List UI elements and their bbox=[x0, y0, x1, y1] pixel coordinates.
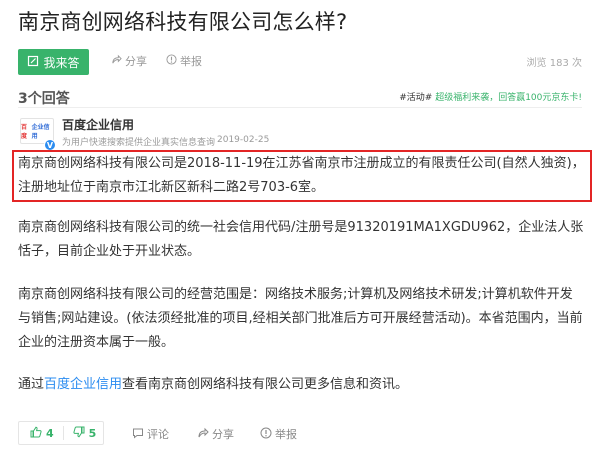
answer-button[interactable]: 我来答 bbox=[18, 49, 89, 75]
comment-icon bbox=[132, 427, 144, 442]
like-button[interactable]: 4 bbox=[19, 426, 54, 441]
baidu-credit-link[interactable]: 百度企业信用 bbox=[44, 377, 122, 392]
para-suffix: 查看南京商创网络科技有限公司更多信息和资讯。 bbox=[122, 377, 409, 392]
footer-share-button[interactable]: 分享 bbox=[197, 426, 234, 442]
dislike-count: 5 bbox=[88, 426, 97, 440]
share-icon bbox=[111, 54, 122, 68]
promo-banner[interactable]: #活动# 超级福利来袭，回答赢100元京东卡! bbox=[399, 90, 582, 103]
answer-button-label: 我来答 bbox=[43, 55, 80, 70]
dislike-button[interactable]: 5 bbox=[64, 426, 97, 441]
vote-box: 4 5 bbox=[18, 421, 104, 445]
report-icon bbox=[260, 427, 272, 442]
question-actions: 我来答 分享 举报 浏览 183 次 bbox=[18, 49, 582, 75]
logo-text-brand: 百度 bbox=[21, 124, 28, 140]
report-button[interactable]: 举报 bbox=[166, 53, 202, 69]
answer-author: 百度 企业信用 V 百度企业信用 为用户快速搜索提供企业真实信息查询 2019-0… bbox=[18, 114, 582, 151]
like-count: 4 bbox=[46, 426, 54, 440]
thumbs-up-icon bbox=[30, 426, 42, 441]
answer-count: 3个回答 bbox=[18, 91, 70, 107]
footer-share-label: 分享 bbox=[212, 428, 234, 441]
answer-paragraph: 南京商创网络科技有限公司的经营范围是：网络技术服务;计算机及网络技术研发;计算机… bbox=[18, 287, 583, 350]
edit-icon bbox=[27, 55, 39, 70]
answer-footer: 4 5 评论 分享 举报 bbox=[18, 421, 582, 445]
share-icon bbox=[197, 427, 209, 442]
logo-text-product: 企业信用 bbox=[31, 124, 50, 140]
comment-label: 评论 bbox=[147, 428, 169, 441]
answers-header: 3个回答 #活动# 超级福利来袭，回答赢100元京东卡! bbox=[18, 88, 582, 107]
promo-tag: #活动# bbox=[399, 93, 433, 103]
report-label: 举报 bbox=[180, 55, 202, 68]
answer-paragraph: 通过百度企业信用查看南京商创网络科技有限公司更多信息和资讯。 bbox=[18, 373, 584, 397]
thumbs-down-icon bbox=[73, 426, 85, 441]
author-description: 为用户快速搜索提供企业真实信息查询 bbox=[62, 138, 216, 148]
answer-date: 2019-02-25 bbox=[217, 135, 270, 145]
author-name[interactable]: 百度企业信用 bbox=[62, 116, 134, 133]
answer-content: 南京商创网络科技有限公司是2018-11-19在江苏省南京市注册成立的有限责任公… bbox=[12, 150, 592, 397]
summary-line: 注册地址位于南京市江北新区新科二路2号703-6室。 bbox=[18, 180, 325, 195]
promo-text: 超级福利来袭，回答赢100元京东卡! bbox=[435, 93, 582, 103]
summary-line: 南京商创网络科技有限公司是2018-11-19在江苏省南京市注册成立的有限责任公… bbox=[18, 156, 585, 171]
comment-button[interactable]: 评论 bbox=[132, 426, 169, 442]
highlighted-summary: 南京商创网络科技有限公司是2018-11-19在江苏省南京市注册成立的有限责任公… bbox=[12, 150, 592, 202]
para-prefix: 通过 bbox=[18, 377, 45, 392]
report-icon bbox=[166, 54, 177, 68]
view-count: 浏览 183 次 bbox=[526, 58, 582, 69]
share-label: 分享 bbox=[125, 55, 147, 68]
question-title: 南京商创网络科技有限公司怎么样? bbox=[18, 10, 348, 34]
share-button[interactable]: 分享 bbox=[111, 53, 147, 69]
footer-report-label: 举报 bbox=[275, 428, 297, 441]
answer-paragraph: 南京商创网络科技有限公司的统一社会信用代码/注册号是91320191MA1XGD… bbox=[18, 220, 584, 259]
divider bbox=[18, 107, 582, 108]
footer-report-button[interactable]: 举报 bbox=[260, 426, 297, 442]
